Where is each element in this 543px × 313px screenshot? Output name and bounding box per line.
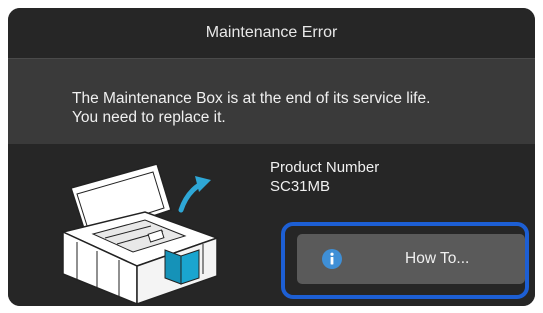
dialog-title: Maintenance Error (8, 8, 535, 59)
printer-maintenance-box-illustration (60, 163, 220, 304)
maintenance-error-dialog: Maintenance Error The Maintenance Box is… (8, 8, 535, 306)
error-message: The Maintenance Box is at the end of its… (8, 59, 535, 144)
how-to-button[interactable]: How To... (297, 234, 525, 284)
product-number-label: Product Number (270, 159, 380, 176)
product-info: Product Number SC31MB (270, 158, 379, 196)
how-to-button-label: How To... (405, 250, 470, 267)
info-icon (322, 249, 342, 269)
error-message-line-1: The Maintenance Box is at the end of its… (72, 90, 431, 107)
product-number-value: SC31MB (270, 178, 331, 195)
error-message-line-2: You need to replace it. (72, 109, 226, 126)
detail-panel: Product Number SC31MB How To... (8, 144, 535, 306)
